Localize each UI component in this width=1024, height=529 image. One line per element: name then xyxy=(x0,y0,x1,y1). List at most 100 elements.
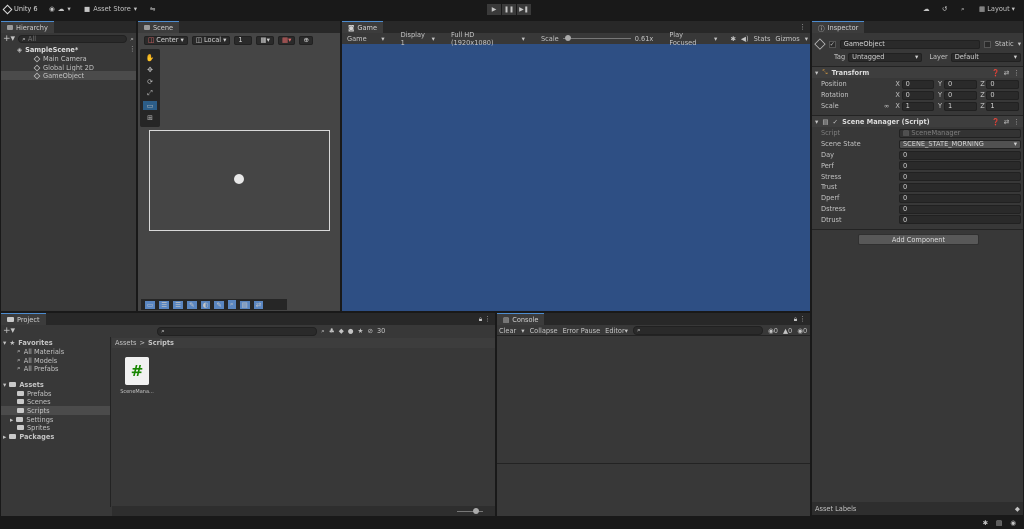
cache-icon[interactable]: ▤ xyxy=(996,519,1002,527)
error-pause-toggle[interactable]: Error Pause xyxy=(563,327,601,335)
transform-x-field[interactable]: 1 xyxy=(901,101,935,111)
menu-icon[interactable]: ⋮ xyxy=(799,23,810,31)
asset-folder[interactable]: Scenes xyxy=(17,397,51,406)
transform-x-field[interactable]: 0 xyxy=(901,79,935,89)
increment-dropdown[interactable]: ▦▾ xyxy=(277,35,296,45)
label-filter-icon[interactable]: ◆ xyxy=(339,327,344,335)
script-field-input[interactable]: 0 xyxy=(899,193,1021,203)
layout-dropdown[interactable]: ▦ Layout ▾ xyxy=(979,5,1015,13)
scale-slider-thumb[interactable] xyxy=(564,35,571,41)
transform-header[interactable]: ▾ ⤡ Transform ❓ ⇄ ⋮ xyxy=(812,67,1023,78)
chevron-down-icon[interactable]: ▾ xyxy=(1018,40,1021,48)
scene-state-dropdown[interactable]: SCENE_STATE_MORNING ▾ xyxy=(899,139,1021,149)
step-button[interactable]: ▶❚ xyxy=(517,4,531,15)
tab-game[interactable]: ◙ Game xyxy=(342,21,384,33)
favorites-header[interactable]: ▾ ★ Favorites xyxy=(3,338,53,347)
script-enabled-checkbox[interactable]: ✓ xyxy=(833,118,839,126)
rect-tool-icon[interactable]: ▭ xyxy=(143,101,157,110)
menu-icon[interactable]: ⋮ xyxy=(799,315,810,323)
help-icon[interactable]: ❓ xyxy=(992,118,1000,126)
tab-inspector[interactable]: ⓘ Inspector xyxy=(812,21,865,33)
tag-icon[interactable]: ◆ xyxy=(1015,505,1020,513)
filter-icon[interactable]: ♣ xyxy=(329,327,335,335)
breadcrumb-item[interactable]: Assets xyxy=(115,339,136,347)
bug-status-icon[interactable]: ✱ xyxy=(982,519,988,527)
asset-store-button[interactable]: ■ Asset Store ▾ xyxy=(84,5,137,13)
audio-icon[interactable]: ◀) xyxy=(741,35,749,43)
transform-z-field[interactable]: 0 xyxy=(986,90,1019,100)
add-component-button[interactable]: Add Component xyxy=(858,234,979,245)
move-tool-icon[interactable]: ✥ xyxy=(145,65,155,74)
hierarchy-search-input[interactable]: ⌕ All xyxy=(18,35,128,43)
overlay-list-icon[interactable]: ☰ xyxy=(159,300,170,309)
account-button[interactable]: ◉ ☁ ▾ xyxy=(49,5,71,13)
favorite-item[interactable]: ⌕ All Materials xyxy=(17,347,64,356)
asset-folder[interactable]: Sprites xyxy=(17,423,50,432)
bug-icon[interactable]: ✱ xyxy=(730,35,736,43)
play-button[interactable]: ▶ xyxy=(487,4,501,15)
unity-menu[interactable]: Unity 6 xyxy=(2,4,38,14)
lock-icon[interactable]: 🔒︎ xyxy=(479,315,483,324)
overlay-light-icon[interactable]: ◐ xyxy=(200,300,211,309)
undo-history-icon[interactable]: ↺ xyxy=(942,5,948,13)
transform-z-field[interactable]: 0 xyxy=(986,79,1019,89)
hierarchy-item[interactable]: Main Camera xyxy=(33,54,87,63)
script-field-input[interactable]: 0 xyxy=(899,150,1021,160)
warn-count[interactable]: ▲0 xyxy=(783,327,792,335)
layer-dropdown[interactable]: Default ▾ xyxy=(950,52,1021,62)
game-mode-dropdown[interactable]: Game ▾ xyxy=(344,34,388,44)
tag-dropdown[interactable]: Untagged ▾ xyxy=(848,52,923,62)
menu-icon[interactable]: ⋮ xyxy=(484,315,495,323)
search-icon[interactable]: ⌕ xyxy=(961,5,965,14)
gizmo-dropdown[interactable]: ⊕ xyxy=(299,35,314,45)
scene-root[interactable]: ◈ SampleScene* xyxy=(17,45,78,54)
asset-labels-bar[interactable]: Asset Labels ◆ xyxy=(812,502,1023,515)
rotate-tool-icon[interactable]: ⟳ xyxy=(145,77,155,86)
log-count[interactable]: ◉0 xyxy=(768,327,778,335)
chevron-down-icon[interactable]: ▾ xyxy=(805,35,808,43)
favorite-icon[interactable]: ★ xyxy=(358,327,364,335)
overlay-tilemap-icon[interactable]: ▤ xyxy=(239,300,250,309)
transform-y-field[interactable]: 0 xyxy=(944,79,977,89)
script-header[interactable]: ▾ ▤ ✓ Scene Manager (Script) ❓ ⇄ ⋮ xyxy=(812,116,1023,127)
scene-menu-icon[interactable]: ⋮ xyxy=(129,45,136,53)
transform-y-field[interactable]: 1 xyxy=(944,101,977,111)
transform-z-field[interactable]: 1 xyxy=(986,101,1019,111)
constrain-proportions-icon[interactable]: ∞ xyxy=(884,102,894,110)
cloud-services-icon[interactable]: ☁ xyxy=(923,5,930,13)
script-field-input[interactable]: 0 xyxy=(899,161,1021,171)
overlay-sprite-icon[interactable]: ✎ xyxy=(214,300,224,309)
tab-scene[interactable]: Scene xyxy=(138,21,180,33)
collapse-toggle[interactable]: Collapse xyxy=(530,327,558,335)
overlay-search-icon[interactable]: ⌕ xyxy=(227,300,236,309)
gameobject-gizmo-icon[interactable] xyxy=(234,174,244,184)
help-icon[interactable]: ❓ xyxy=(992,69,1000,77)
activity-icon[interactable]: ◉ xyxy=(1010,519,1016,527)
packages-header[interactable]: ▸ Packages xyxy=(3,432,54,441)
pivot-dropdown[interactable]: ◫ Center ▾ xyxy=(144,35,188,45)
resolution-dropdown[interactable]: Full HD (1920x1080) ▾ xyxy=(448,31,528,47)
add-icon[interactable]: +▾ xyxy=(3,34,15,44)
gizmos-toggle[interactable]: Gizmos xyxy=(775,35,799,43)
display-dropdown[interactable]: Display 1 ▾ xyxy=(398,31,438,47)
project-search-input[interactable]: ⌕ xyxy=(157,326,318,336)
preset-icon[interactable]: ⇄ xyxy=(1004,118,1010,126)
search-options-icon[interactable]: ⌕ xyxy=(130,35,134,44)
script-field-input[interactable]: 0 xyxy=(899,204,1021,214)
active-checkbox[interactable]: ✓ xyxy=(828,40,836,48)
breadcrumb-item[interactable]: Scripts xyxy=(148,339,174,347)
overlay-arrows-icon[interactable]: ⇄ xyxy=(253,300,264,309)
grid-dropdown[interactable]: ▦▾ xyxy=(256,35,274,45)
favorite-item[interactable]: ⌕ All Prefabs xyxy=(17,364,58,373)
asset-folder-selected[interactable]: Scripts xyxy=(1,406,110,415)
static-checkbox[interactable] xyxy=(984,40,991,48)
script-field-input[interactable]: 0 xyxy=(899,215,1021,225)
tab-hierarchy[interactable]: Hierarchy xyxy=(1,21,54,33)
preset-icon[interactable]: ⇄ xyxy=(1004,69,1010,77)
hand-tool-icon[interactable]: ✋ xyxy=(145,53,155,62)
chevron-down-icon[interactable]: ▾ xyxy=(521,327,524,335)
snap-field[interactable]: 1 xyxy=(234,35,253,45)
script-field-input[interactable]: 0 xyxy=(899,182,1021,192)
error-count[interactable]: ◉0 xyxy=(797,327,807,335)
editor-dropdown[interactable]: Editor▾ xyxy=(605,327,628,335)
